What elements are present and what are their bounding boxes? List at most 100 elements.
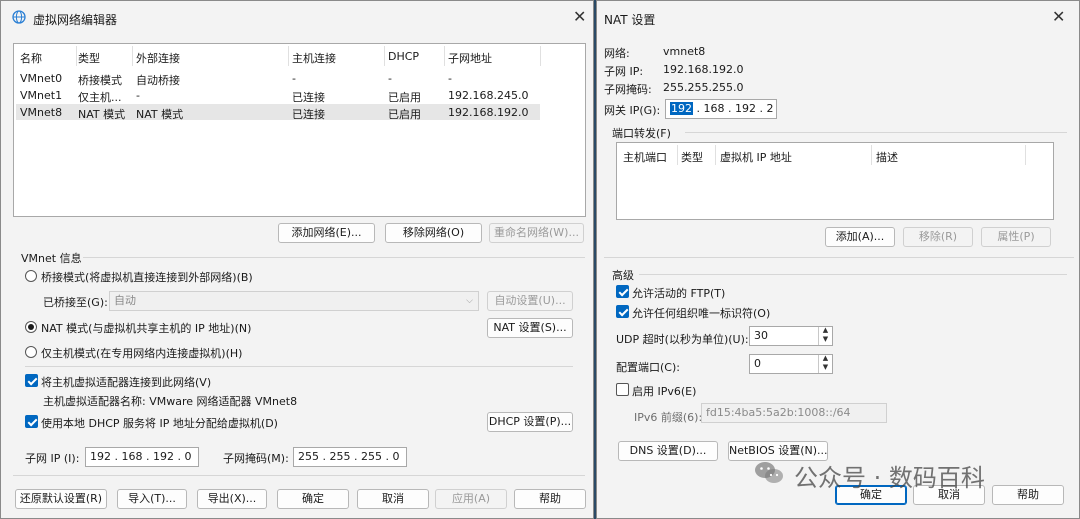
table-cell: - [448,72,452,85]
use-dhcp-label[interactable]: 使用本地 DHCP 服务将 IP 地址分配给虚拟机(D) [41,415,278,431]
nat-mode-label[interactable]: NAT 模式(与虚拟机共享主机的 IP 地址)(N) [41,320,251,336]
network-value: vmnet8 [663,45,706,58]
column-header[interactable]: 主机连接 [292,50,336,66]
table-cell: 已连接 [292,91,325,104]
import-button[interactable]: 导入(T)... [117,489,187,509]
table-cell: 192.168.245.0 [448,89,529,102]
allow-ftp-checkbox[interactable] [616,285,629,298]
gateway-label: 网关 IP(G): [604,104,661,117]
table-cell: NAT 模式 [78,108,126,121]
enable-ipv6-label[interactable]: 启用 IPv6(E) [632,383,696,399]
mode-divider [25,366,573,367]
ipv6-prefix-field[interactable]: fd15:4ba5:5a2b:1008::/64 [701,403,887,423]
nat-settings-button[interactable]: NAT 设置(S)... [487,318,573,338]
table-cell: NAT 模式 [136,108,184,121]
remove-network-button[interactable]: 移除网络(O) [385,223,482,243]
cancel-button[interactable]: 取消 [357,489,429,509]
vmnet-info-divider [83,257,585,258]
gateway-selected-octet: 192 [670,102,693,115]
allow-ouid-checkbox[interactable] [616,305,629,318]
table-cell: VMnet8 [20,106,63,119]
restore-defaults-button[interactable]: 还原默认设置(R) [15,489,107,509]
nat-help-button[interactable]: 帮助 [992,485,1064,505]
table-cell: - [292,72,296,85]
table-cell: 192.168.192.0 [448,106,529,119]
bridged-to-label: 已桥接至(G): [43,296,108,309]
add-port-button[interactable]: 添加(A)... [825,227,895,247]
table-cell: 已启用 [388,108,421,121]
dhcp-settings-button[interactable]: DHCP 设置(P)... [487,412,573,432]
host-only-label[interactable]: 仅主机模式(在专用网络内连接虚拟机)(H) [41,345,242,361]
subnet-ip-field[interactable]: 192 . 168 . 192 . 0 [85,447,199,467]
apply-button[interactable]: 应用(A) [435,489,507,509]
advanced-divider [639,274,1067,275]
table-row[interactable]: VMnet1 仅主机... - 已连接 已启用 192.168.245.0 [16,87,540,104]
nat-subnet-ip-value: 192.168.192.0 [663,63,744,76]
table-cell: VMnet1 [20,89,63,102]
subnet-mask-label: 子网掩码(M): [223,452,289,465]
udp-timeout-label: UDP 超时(以秒为单位)(U): [616,333,749,346]
ok-button[interactable]: 确定 [277,489,349,509]
nat-close-icon[interactable]: ✕ [1052,9,1065,25]
nat-mode-radio[interactable] [25,321,37,333]
upper-group-bottom-line [604,257,1074,258]
pf-column-header[interactable]: 虚拟机 IP 地址 [720,149,792,165]
enable-ipv6-checkbox[interactable] [616,383,629,396]
gateway-remaining-octets: . 168 . 192 . 2 [693,102,774,115]
udp-timeout-field[interactable]: 30 ▲ ▼ [749,326,833,346]
bridged-to-value: 自动 [114,294,136,307]
pf-column-header[interactable]: 主机端口 [623,149,667,165]
table-cell: 桥接模式 [78,74,122,87]
host-only-radio[interactable] [25,346,37,358]
port-forwarding-label: 端口转发(F) [612,127,671,140]
table-cell: 已启用 [388,91,421,104]
connect-adapter-label[interactable]: 将主机虚拟适配器连接到此网络(V) [41,374,211,390]
pf-column-header[interactable]: 类型 [681,149,703,165]
nat-title-bar: NAT 设置 ✕ [597,1,1079,35]
port-forwarding-list[interactable]: 主机端口 类型 虚拟机 IP 地址 描述 [616,142,1054,220]
help-button[interactable]: 帮助 [514,489,586,509]
watermark-text: 公众号 · 数码百科 [794,464,985,492]
connect-adapter-checkbox[interactable] [25,374,38,387]
column-header[interactable]: 子网地址 [448,50,492,66]
title-bar: 虚拟网络编辑器 ✕ [1,1,593,35]
add-network-button[interactable]: 添加网络(E)... [278,223,375,243]
table-cell: 仅主机... [78,91,122,104]
bridged-to-select[interactable]: 自动 ⌵ [109,291,479,311]
remove-port-button[interactable]: 移除(R) [903,227,973,247]
vmnet-info-bottom-line [13,475,585,476]
table-cell: VMnet0 [20,72,63,85]
config-port-label: 配置端口(C): [616,361,680,374]
config-port-field[interactable]: 0 ▲ ▼ [749,354,833,374]
table-row[interactable]: VMnet0 桥接模式 自动桥接 - - - [16,70,540,87]
allow-ftp-label[interactable]: 允许活动的 FTP(T) [632,285,725,301]
network-list[interactable]: 名称 类型 外部连接 主机连接 DHCP 子网地址 VMnet0 桥接模式 自动桥接 - - - VM… [13,43,586,217]
table-row[interactable]: VMnet8 NAT 模式 NAT 模式 已连接 已启用 192.168.192.0 [16,104,540,121]
auto-settings-button[interactable]: 自动设置(U)... [487,291,573,311]
rename-network-button[interactable]: 重命名网络(W)... [489,223,584,243]
config-port-spinner[interactable]: ▲ ▼ [818,355,832,373]
bridge-mode-label[interactable]: 桥接模式(将虚拟机直接连接到外部网络)(B) [41,269,253,285]
pf-column-header[interactable]: 描述 [876,149,898,165]
close-icon[interactable]: ✕ [573,9,586,25]
udp-timeout-spinner[interactable]: ▲ ▼ [818,327,832,345]
table-cell: 自动桥接 [136,74,180,87]
export-button[interactable]: 导出(X)... [197,489,267,509]
column-header[interactable]: DHCP [388,50,419,63]
wechat-icon [754,460,784,486]
bridge-mode-radio[interactable] [25,270,37,282]
nat-window-title: NAT 设置 [604,13,656,27]
gateway-ip-field[interactable]: 192 . 168 . 192 . 2 [665,99,777,119]
port-properties-button[interactable]: 属性(P) [981,227,1051,247]
udp-timeout-value: 30 [754,329,768,342]
column-header[interactable]: 类型 [78,50,100,66]
nat-settings-window: NAT 设置 ✕ 网络: vmnet8 子网 IP: 192.168.192.0… [596,0,1080,519]
column-header[interactable]: 外部连接 [136,50,180,66]
dns-settings-button[interactable]: DNS 设置(D)... [618,441,718,461]
advanced-label: 高级 [612,269,634,282]
column-header[interactable]: 名称 [20,50,42,66]
use-dhcp-checkbox[interactable] [25,415,38,428]
nat-subnet-mask-label: 子网掩码: [604,83,652,96]
subnet-mask-field[interactable]: 255 . 255 . 255 . 0 [293,447,407,467]
allow-ouid-label[interactable]: 允许任何组织唯一标识符(O) [632,305,770,321]
